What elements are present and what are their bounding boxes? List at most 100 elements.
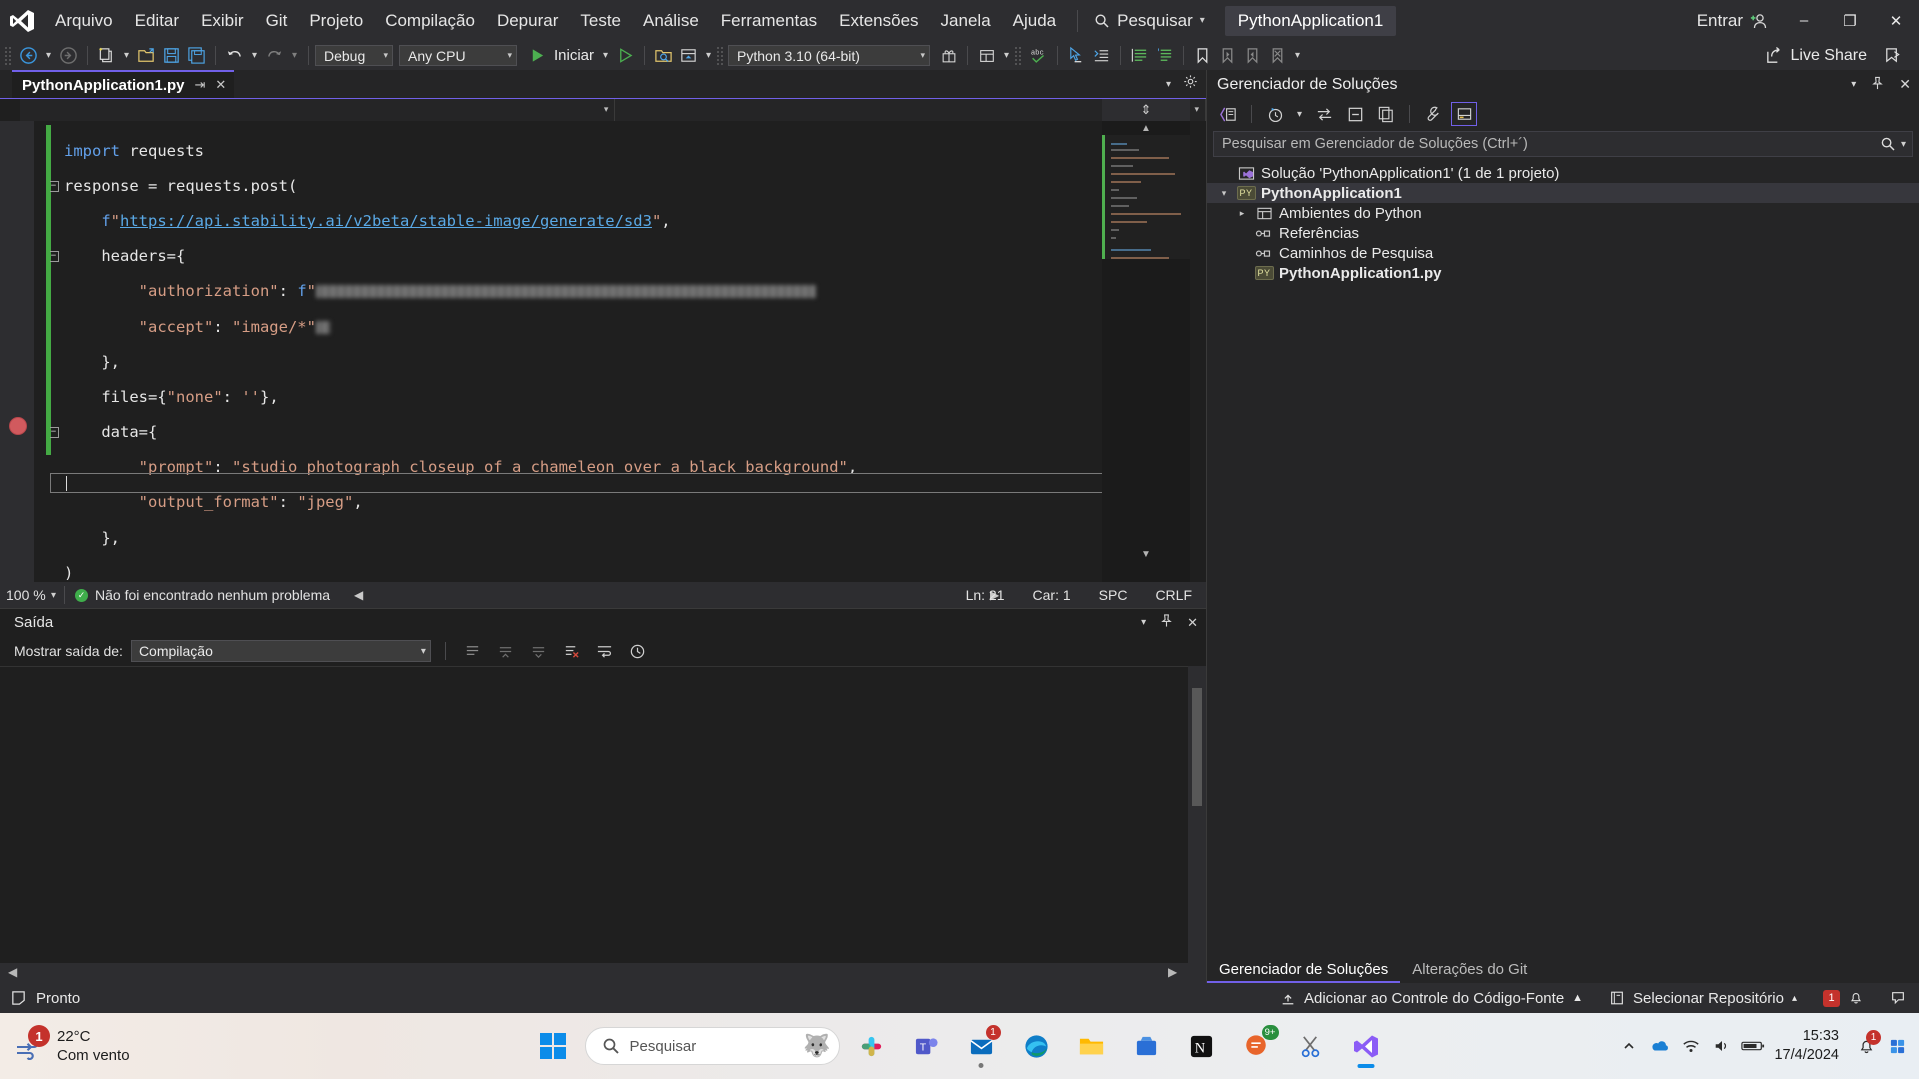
- menu-item-janela[interactable]: Janela: [930, 0, 1002, 41]
- next-bookmark-icon[interactable]: [1240, 43, 1265, 68]
- scroll-down-icon[interactable]: ▼: [1102, 549, 1190, 560]
- redo-dropdown-icon[interactable]: ▾: [287, 43, 302, 68]
- taskbar-app-notion-icon[interactable]: N: [1178, 1023, 1225, 1070]
- find-message-icon[interactable]: [460, 639, 485, 664]
- menu-item-an-lise[interactable]: Análise: [632, 0, 710, 41]
- volume-icon[interactable]: [1706, 1026, 1737, 1066]
- clear-bookmarks-icon[interactable]: [1265, 43, 1290, 68]
- collapse-all-icon[interactable]: [1342, 102, 1368, 126]
- menu-item-arquivo[interactable]: Arquivo: [44, 0, 124, 41]
- close-tab-icon[interactable]: ✕: [215, 77, 226, 93]
- line-ending-indicator[interactable]: CRLF: [1141, 587, 1206, 603]
- uncomment-lines-icon[interactable]: ': [1152, 43, 1177, 68]
- previous-issue-icon[interactable]: ◀: [354, 588, 363, 602]
- go-to-next-message-icon[interactable]: [526, 639, 551, 664]
- navigation-type-combo[interactable]: ▾: [20, 99, 616, 121]
- selection-mode-icon[interactable]: [1064, 43, 1089, 68]
- active-project-chip[interactable]: PythonApplication1: [1224, 5, 1397, 36]
- save-icon[interactable]: [159, 43, 184, 68]
- close-window-icon[interactable]: ✕: [1899, 76, 1911, 93]
- navigate-back-icon[interactable]: [16, 43, 41, 68]
- taskbar-search-input[interactable]: Pesquisar: [630, 1038, 794, 1055]
- taskbar-app-slack-icon[interactable]: [848, 1023, 895, 1070]
- save-all-icon[interactable]: [184, 43, 209, 68]
- select-repository-button[interactable]: Selecionar Repositório ▴: [1596, 983, 1810, 1013]
- menu-item-ferramentas[interactable]: Ferramentas: [710, 0, 828, 41]
- pin-window-icon[interactable]: [1160, 614, 1173, 631]
- menu-item-exibir[interactable]: Exibir: [190, 0, 255, 41]
- taskbar-app-visual-studio-icon[interactable]: [1343, 1023, 1390, 1070]
- document-tab-pythonapplication1[interactable]: PythonApplication1.py ⇥ ✕: [12, 70, 235, 98]
- menu-item-compila-o[interactable]: Compilação: [374, 0, 486, 41]
- taskbar-search-box[interactable]: Pesquisar 🐺: [584, 1027, 840, 1065]
- panel-tab-altera-es-do-git[interactable]: Alterações do Git: [1400, 956, 1539, 983]
- output-horizontal-scrollbar[interactable]: ◀ ▶: [0, 963, 1206, 983]
- undo-dropdown-icon[interactable]: ▾: [247, 43, 262, 68]
- preview-selected-items-icon[interactable]: [1451, 102, 1477, 126]
- pending-changes-icon[interactable]: [1262, 102, 1288, 126]
- menu-item-extens-es[interactable]: Extensões: [828, 0, 929, 41]
- start-dropdown-icon[interactable]: ▾: [598, 43, 613, 68]
- clear-all-icon[interactable]: [559, 639, 584, 664]
- taskbar-app-teams-icon[interactable]: T: [903, 1023, 950, 1070]
- show-timestamps-icon[interactable]: [625, 639, 650, 664]
- navigate-forward-icon[interactable]: [56, 43, 81, 68]
- output-window-dropdown-icon[interactable]: ▾: [1141, 617, 1146, 628]
- toggle-bookmark-icon[interactable]: [1190, 43, 1215, 68]
- menu-item-projeto[interactable]: Projeto: [298, 0, 374, 41]
- sync-with-active-document-icon[interactable]: [1311, 102, 1337, 126]
- show-all-files-icon[interactable]: [1373, 102, 1399, 126]
- output-text-area[interactable]: [0, 666, 1206, 963]
- collapse-region-icon[interactable]: −: [50, 251, 59, 263]
- scroll-left-icon[interactable]: ◀: [8, 965, 17, 979]
- toolbar-grip[interactable]: [1014, 45, 1024, 66]
- menu-item-editar[interactable]: Editar: [124, 0, 190, 41]
- editor-gutter[interactable]: [0, 121, 34, 583]
- pin-tab-icon[interactable]: ⇥: [195, 77, 206, 93]
- collapsed-chevron-icon[interactable]: ▸: [1235, 208, 1249, 219]
- add-to-source-control-button[interactable]: Adicionar ao Controle do Código-Fonte ▲: [1267, 983, 1596, 1013]
- minimize-button[interactable]: –: [1781, 0, 1827, 41]
- onedrive-icon[interactable]: [1644, 1026, 1675, 1066]
- battery-icon[interactable]: [1737, 1026, 1768, 1066]
- attach-play-icon[interactable]: [613, 43, 638, 68]
- chevron-down-icon[interactable]: ▾: [1901, 139, 1906, 150]
- solution-configuration-combo[interactable]: Debug ▾: [315, 45, 393, 66]
- user-avatar-icon[interactable]: 🐺: [803, 1035, 830, 1057]
- python-interpreter-combo[interactable]: Python 3.10 (64-bit) ▾: [728, 45, 931, 66]
- menu-item-depurar[interactable]: Depurar: [486, 0, 569, 41]
- tree-item-solu-o-pythonapplication1-1-de-1-projeto[interactable]: Solução 'PythonApplication1' (1 de 1 pro…: [1207, 163, 1919, 183]
- column-indicator[interactable]: Car: 1: [1019, 587, 1085, 603]
- scroll-up-icon[interactable]: ▲: [1102, 123, 1190, 134]
- window-layout-icon[interactable]: [974, 43, 999, 68]
- split-editor-icon[interactable]: ⇕: [1102, 99, 1190, 121]
- close-window-icon[interactable]: ✕: [1187, 615, 1198, 631]
- collapse-region-icon[interactable]: −: [50, 427, 59, 439]
- python-interactive-window-icon[interactable]: [651, 43, 676, 68]
- spellcheck-abc-icon[interactable]: abc: [1026, 43, 1051, 68]
- window-dropdown-icon[interactable]: ▾: [1851, 79, 1856, 90]
- sign-in-button[interactable]: Entrar: [1685, 11, 1781, 31]
- taskbar-app-chat-icon[interactable]: 9+: [1233, 1023, 1280, 1070]
- solution-platform-combo[interactable]: Any CPU ▾: [399, 45, 517, 66]
- pending-changes-dropdown-icon[interactable]: ▾: [1293, 102, 1306, 126]
- close-button[interactable]: ✕: [1873, 0, 1919, 41]
- zoom-level-combo[interactable]: 100 % ▾: [0, 587, 64, 603]
- tree-item-pythonapplication1[interactable]: ▾ PY PythonApplication1: [1207, 183, 1919, 203]
- taskbar-app-edge-icon[interactable]: [1013, 1023, 1060, 1070]
- python-environments-icon[interactable]: [676, 43, 701, 68]
- menu-item-teste[interactable]: Teste: [569, 0, 632, 41]
- solution-explorer-search[interactable]: Pesquisar em Gerenciador de Soluções (Ct…: [1213, 131, 1913, 157]
- taskbar-weather-widget[interactable]: 1 22°C Com vento: [0, 1025, 130, 1065]
- live-share-button[interactable]: Live Share: [1765, 46, 1867, 65]
- output-vertical-scrollbar[interactable]: [1188, 666, 1206, 963]
- taskbar-app-mail-icon[interactable]: 1: [958, 1023, 1005, 1070]
- tab-settings-gear-icon[interactable]: [1183, 74, 1198, 94]
- toggle-word-wrap-icon[interactable]: [592, 639, 617, 664]
- toolbar-grip[interactable]: [716, 45, 726, 66]
- indentation-indicator[interactable]: SPC: [1085, 587, 1142, 603]
- window-layout-dropdown-icon[interactable]: ▾: [999, 43, 1014, 68]
- undo-icon[interactable]: [222, 43, 247, 68]
- start-button-label[interactable]: Iniciar: [550, 43, 598, 68]
- output-source-combo[interactable]: Compilação ▾: [130, 640, 431, 662]
